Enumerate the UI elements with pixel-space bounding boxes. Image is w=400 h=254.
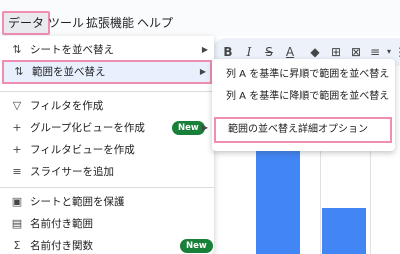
slicer-icon: ≡	[12, 165, 22, 178]
sigma-icon: Σ	[13, 239, 21, 252]
sort-range-icon: ⇅	[14, 65, 24, 78]
submenu-arrow-icon: ▶	[201, 123, 208, 132]
menu-item-sort-sheet[interactable]: ⇅ シートを並べ替え ▶	[0, 38, 214, 62]
divider	[0, 187, 214, 188]
menu-item-create-filter[interactable]: ▽ フィルタを作成	[0, 94, 214, 118]
menu-item-label: 名前付き範囲	[30, 218, 93, 230]
menubar: データ ツール 拡張機能 ヘルプ	[0, 0, 400, 36]
divider	[0, 91, 214, 92]
menu-data[interactable]: データ	[2, 11, 51, 35]
menu-tools[interactable]: ツール	[48, 13, 84, 33]
new-badge: New	[180, 239, 213, 253]
menu-item-protect[interactable]: ▣ シートと範囲を保護	[0, 190, 214, 214]
submenu-item-advanced-sort[interactable]: 範囲の並べ替え詳細オプション	[214, 117, 392, 143]
menu-item-label: シートを並べ替え	[30, 44, 114, 56]
plus-icon: +	[12, 143, 22, 156]
borders-icon[interactable]: ⊞	[328, 44, 344, 60]
menu-item-label: シートと範囲を保護	[30, 196, 125, 208]
data-menu-dropdown: ⇅ シートを並べ替え ▶ ⇅ 範囲を並べ替え ▶ ▽ フィルタを作成 + グルー…	[0, 36, 214, 254]
menu-item-label: グループ化ビューを作成	[30, 122, 145, 134]
italic-icon[interactable]: I	[241, 44, 257, 60]
fill-color-icon[interactable]: ◆	[307, 44, 323, 60]
text-color-icon[interactable]: A	[282, 44, 298, 60]
menu-help[interactable]: ヘルプ	[137, 13, 173, 33]
menu-item-label: 範囲を並べ替え	[32, 66, 106, 78]
menu-item-add-slicer[interactable]: ≡ スライサーを追加	[0, 160, 214, 184]
submenu-item-sort-asc[interactable]: 列 A を基準に昇順で範囲を並べ替え	[212, 63, 395, 87]
new-badge: New	[172, 121, 205, 135]
menu-item-label: 名前付き関数	[30, 240, 93, 252]
protect-icon: ▣	[11, 195, 23, 208]
menu-item-label: フィルタを作成	[30, 100, 104, 112]
filter-icon: ▽	[12, 99, 22, 112]
sort-range-submenu: 列 A を基準に昇順で範囲を並べ替え 列 A を基準に降順で範囲を並べ替え 範囲…	[212, 59, 395, 151]
menu-item-named-ranges[interactable]: ▤ 名前付き範囲	[0, 212, 214, 236]
menu-item-sort-range[interactable]: ⇅ 範囲を並べ替え ▶	[2, 60, 212, 84]
submenu-arrow-icon: ▶	[201, 45, 208, 54]
menu-item-create-group-view[interactable]: + グループ化ビューを作成 New ▶	[0, 116, 214, 140]
submenu-arrow-icon: ▶	[199, 67, 206, 76]
menu-item-label: スライサーを追加	[30, 166, 114, 178]
plus-icon: +	[12, 121, 22, 134]
bold-icon[interactable]: B	[220, 44, 236, 60]
menu-item-create-filter-view[interactable]: + フィルタビューを作成	[0, 138, 214, 162]
more-icon[interactable]: ⋮	[392, 44, 400, 60]
sort-sheet-icon: ⇅	[12, 43, 22, 56]
merge-cells-icon[interactable]: ⊠	[348, 44, 364, 60]
menu-item-named-functions[interactable]: Σ 名前付き関数 New	[0, 234, 214, 254]
submenu-item-label: 列 A を基準に昇順で範囲を並べ替え	[226, 69, 390, 80]
named-range-icon: ▤	[11, 217, 23, 230]
menu-extensions[interactable]: 拡張機能	[86, 13, 134, 33]
menu-item-label: フィルタビューを作成	[30, 144, 135, 156]
submenu-item-label: 列 A を基準に降順で範囲を並べ替え	[226, 91, 390, 102]
submenu-item-sort-desc[interactable]: 列 A を基準に降順で範囲を並べ替え	[212, 85, 395, 109]
strikethrough-icon[interactable]: S	[261, 44, 277, 60]
submenu-item-label: 範囲の並べ替え詳細オプション	[228, 124, 368, 135]
